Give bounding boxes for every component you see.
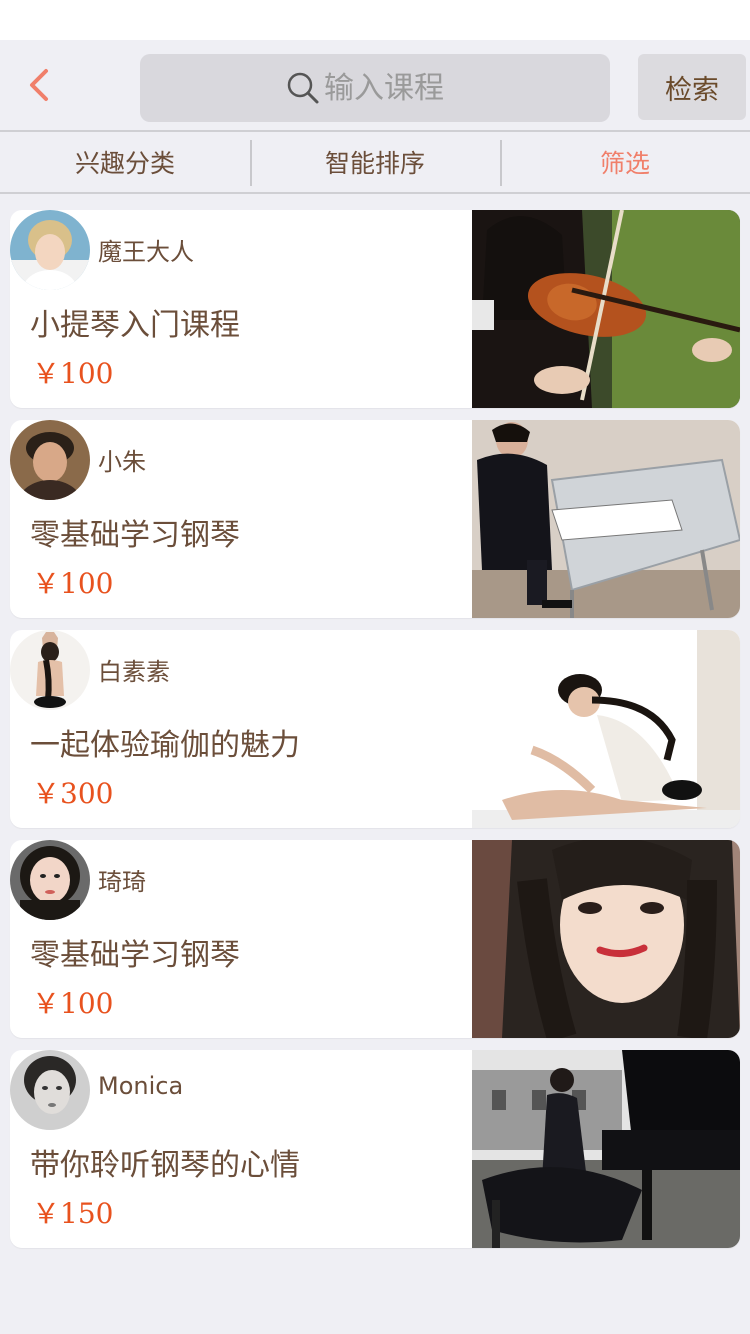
course-card[interactable]: 魔王大人 小提琴入门课程 ￥100 xyxy=(10,210,740,408)
course-price: ￥300 xyxy=(32,777,114,810)
piano-outdoor-photo-icon xyxy=(472,1050,740,1248)
violin-photo-icon xyxy=(472,210,740,408)
teacher-name: 琦琦 xyxy=(98,868,146,896)
course-title: 带你聆听钢琴的心情 xyxy=(30,1148,300,1183)
teacher-name: 白素素 xyxy=(98,658,170,686)
course-title: 零基础学习钢琴 xyxy=(30,518,240,553)
course-list: 魔王大人 小提琴入门课程 ￥100 小朱 零基础学习钢琴 ￥100 白素素 一起… xyxy=(10,210,740,1260)
avatar[interactable] xyxy=(10,420,90,500)
search-icon xyxy=(286,71,320,105)
back-button[interactable] xyxy=(20,62,64,108)
course-price: ￥100 xyxy=(32,357,114,390)
teacher-name: Monica xyxy=(98,1072,184,1100)
course-price: ￥100 xyxy=(32,987,114,1020)
avatar[interactable] xyxy=(10,840,90,920)
course-title: 零基础学习钢琴 xyxy=(30,938,240,973)
portrait-photo-icon xyxy=(472,840,740,1038)
yoga-photo-icon xyxy=(472,630,740,828)
teacher-name: 魔王大人 xyxy=(98,238,194,266)
course-card[interactable]: 琦琦 零基础学习钢琴 ￥100 xyxy=(10,840,740,1038)
course-title: 一起体验瑜伽的魅力 xyxy=(30,728,300,763)
avatar[interactable] xyxy=(10,630,90,710)
nav-bar: 检索 xyxy=(0,40,750,130)
course-price: ￥100 xyxy=(32,567,114,600)
chevron-left-icon xyxy=(30,69,48,101)
teacher-name: 小朱 xyxy=(98,448,146,476)
search-button[interactable]: 检索 xyxy=(638,54,746,120)
course-card[interactable]: 白素素 一起体验瑜伽的魅力 ￥300 xyxy=(10,630,740,828)
tab-filter[interactable]: 筛选 xyxy=(500,132,750,192)
search-box[interactable] xyxy=(140,54,610,122)
course-card[interactable]: Monica 带你聆听钢琴的心情 ￥150 xyxy=(10,1050,740,1248)
course-price: ￥150 xyxy=(32,1197,114,1230)
search-input[interactable] xyxy=(324,70,464,106)
course-card[interactable]: 小朱 零基础学习钢琴 ￥100 xyxy=(10,420,740,618)
piano-photo-icon xyxy=(472,420,740,618)
filter-bar: 兴趣分类 智能排序 筛选 xyxy=(0,130,750,194)
tab-interest-category[interactable]: 兴趣分类 xyxy=(0,132,250,192)
avatar[interactable] xyxy=(10,210,90,290)
status-bar xyxy=(0,0,750,40)
course-title: 小提琴入门课程 xyxy=(30,308,240,343)
tab-smart-sort[interactable]: 智能排序 xyxy=(250,132,500,192)
avatar[interactable] xyxy=(10,1050,90,1130)
